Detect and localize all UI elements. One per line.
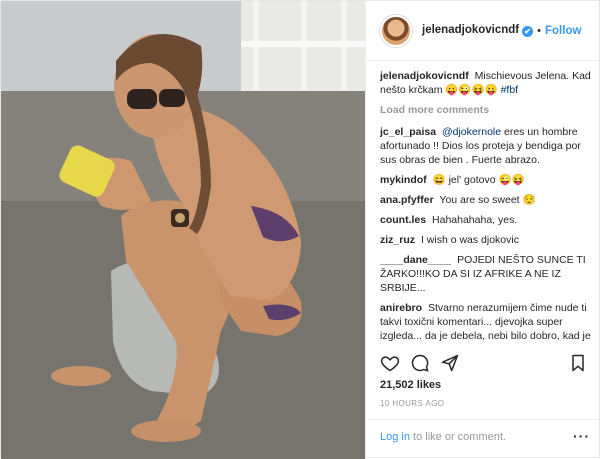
list-item: anirebro Stvarno nerazumijem čime nude t… <box>380 301 594 345</box>
post-footer: Log in to like or comment. ··· <box>366 419 600 459</box>
list-item: mykindof 😄 jel' gotovo 😜😝 <box>380 173 594 187</box>
caption-hashtag[interactable]: #fbf <box>501 84 519 96</box>
more-options-button[interactable]: ··· <box>573 428 590 444</box>
login-link[interactable]: Log in <box>380 431 410 443</box>
comment-text: You are so sweet 😌 <box>439 194 536 206</box>
beach-photo-illustration <box>1 1 365 459</box>
post-timestamp[interactable]: 10 HOURS AGO <box>380 399 444 408</box>
heart-icon[interactable] <box>380 353 400 376</box>
likes-count[interactable]: 21,502 likes <box>380 379 441 391</box>
comment-text: Hahahahaha, yes. <box>432 214 518 226</box>
login-prompt-text: to like or comment. <box>409 431 506 443</box>
bookmark-icon[interactable] <box>568 353 588 376</box>
comment-username[interactable]: ____dane____ <box>380 254 451 266</box>
verified-badge-icon: ✔ <box>522 26 534 37</box>
list-item: jc_el_paisa @djokernole eres un hombre a… <box>380 125 594 167</box>
comment-mention[interactable]: @djokernole <box>442 126 501 138</box>
load-more-comments-button[interactable]: Load more comments <box>380 103 594 117</box>
list-item: ____dane____ POJEDI NEŠTO SUNCE TI ŽARKO… <box>380 253 594 295</box>
caption: jelenadjokovicndf Mischievous Jelena. Ka… <box>380 69 594 97</box>
avatar[interactable] <box>380 14 412 47</box>
login-prompt: Log in to like or comment. <box>380 431 506 443</box>
header-username-link[interactable]: jelenadjokovicndf ✔ <box>422 24 534 37</box>
separator-dot: • <box>537 24 541 37</box>
comment-username[interactable]: count.les <box>380 214 426 226</box>
comment-username[interactable]: ana.pfyffer <box>380 194 434 206</box>
caption-username[interactable]: jelenadjokovicndf <box>380 70 469 82</box>
instagram-post: jelenadjokovicndf ✔ • Follow jelenadjokov… <box>0 0 600 459</box>
comment-username[interactable]: mykindof <box>380 174 427 186</box>
action-bar <box>380 353 590 377</box>
post-header: jelenadjokovicndf ✔ • Follow <box>366 1 600 61</box>
comment-username[interactable]: ziz_ruz <box>380 234 415 246</box>
comments-list: jelenadjokovicndf Mischievous Jelena. Ka… <box>380 69 594 345</box>
post-photo[interactable] <box>1 1 365 459</box>
comment-text: 😄 jel' gotovo 😜😝 <box>432 174 525 186</box>
comment-username[interactable]: jc_el_paisa <box>380 126 436 138</box>
header-username[interactable]: jelenadjokovicndf <box>422 24 519 36</box>
share-arrow-icon[interactable] <box>440 353 460 376</box>
post-sidebar: jelenadjokovicndf ✔ • Follow jelenadjokov… <box>365 1 600 459</box>
comment-username[interactable]: anirebro <box>380 302 422 314</box>
list-item: count.les Hahahahaha, yes. <box>380 213 594 227</box>
comment-text: I wish o was djokovic <box>420 234 519 246</box>
comment-bubble-icon[interactable] <box>410 353 430 376</box>
list-item: ziz_ruz I wish o was djokovic <box>380 233 594 247</box>
follow-button[interactable]: Follow <box>545 25 581 37</box>
list-item: ana.pfyffer You are so sweet 😌 <box>380 193 594 207</box>
